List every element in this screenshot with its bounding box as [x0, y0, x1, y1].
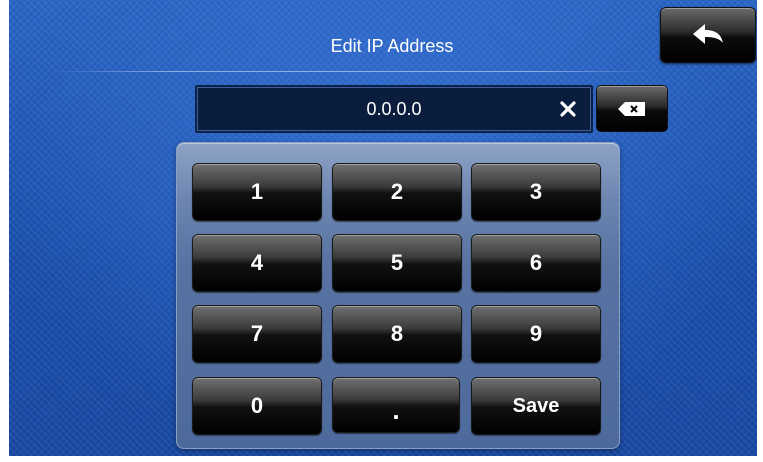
back-arrow-icon	[693, 24, 723, 44]
backspace-button[interactable]	[596, 85, 668, 132]
key-8[interactable]: 8	[332, 305, 462, 363]
page-title: Edit IP Address	[330, 36, 454, 56]
save-button[interactable]: Save	[471, 377, 601, 435]
title-divider	[51, 71, 657, 72]
key-3[interactable]: 3	[471, 163, 601, 221]
key-2[interactable]: 2	[332, 163, 462, 221]
backspace-icon	[618, 101, 645, 116]
screen-background: Edit IP Address 0.0.0.0 1 2 3 4 5 6 7 8 …	[9, 0, 757, 456]
key-7[interactable]: 7	[192, 305, 322, 363]
ip-address-input[interactable]: 0.0.0.0	[195, 85, 593, 133]
keypad-panel: 1 2 3 4 5 6 7 8 9 0 . Save	[176, 142, 620, 449]
key-5[interactable]: 5	[332, 234, 462, 292]
key-4[interactable]: 4	[192, 234, 322, 292]
key-9[interactable]: 9	[471, 305, 601, 363]
close-icon[interactable]	[559, 100, 577, 118]
key-0[interactable]: 0	[192, 377, 322, 435]
ip-address-value: 0.0.0.0	[366, 99, 422, 119]
back-button[interactable]	[660, 7, 756, 63]
key-dot[interactable]: .	[332, 377, 460, 433]
key-1[interactable]: 1	[192, 163, 322, 221]
key-6[interactable]: 6	[471, 234, 601, 292]
